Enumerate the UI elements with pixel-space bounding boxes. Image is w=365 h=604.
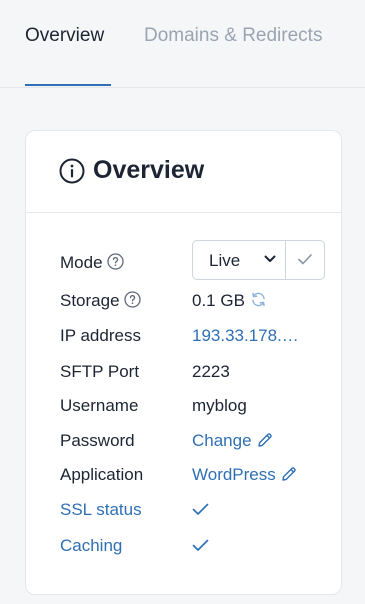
storage-row: Storage 0.1 GB (26, 287, 341, 317)
username-row: Username myblog (26, 392, 341, 422)
mode-select-value: Live (209, 251, 241, 270)
ssl-row: SSL status (26, 496, 341, 526)
mode-select[interactable]: Live (193, 241, 286, 279)
tab-overview[interactable]: Overview (25, 25, 104, 47)
tab-bar: Overview Domains & Redirects (0, 0, 365, 88)
ip-address-value: 193.33.178.… (192, 326, 299, 345)
check-icon (298, 254, 312, 265)
help-circle-icon[interactable] (106, 253, 124, 270)
application-row: Application WordPress (26, 461, 341, 491)
password-label: Password (60, 431, 135, 450)
password-row: Password Change (26, 427, 341, 457)
pencil-icon (282, 467, 296, 481)
sftp-row: SFTP Port 2223 (26, 358, 341, 388)
card-title: Overview (93, 156, 205, 184)
storage-label-wrap: Storage (60, 291, 141, 311)
refresh-icon[interactable] (250, 291, 267, 308)
ip-address-link[interactable]: 193.33.178.… (192, 326, 299, 346)
tab-domains-redirects[interactable]: Domains & Redirects (144, 25, 322, 47)
username-label: Username (60, 396, 139, 415)
pencil-icon (257, 433, 272, 447)
username-value: myblog (192, 396, 247, 415)
card-header: Overview (26, 131, 341, 213)
overview-card: Overview Mode Live Storage 0.1 GB IP add… (25, 130, 342, 595)
check-icon (192, 503, 209, 515)
sftp-label: SFTP Port (60, 362, 140, 381)
application-link[interactable]: WordPress (192, 465, 297, 485)
storage-value-wrap: 0.1 GB (192, 291, 267, 311)
application-value: WordPress (192, 465, 276, 484)
caching-row: Caching (26, 532, 341, 562)
mode-confirm-button[interactable] (286, 241, 324, 279)
change-password-link[interactable]: Change (192, 431, 273, 451)
ssl-status-link[interactable]: SSL status (60, 500, 142, 520)
ip-row: IP address 193.33.178.… (26, 322, 341, 352)
change-password-label: Change (192, 431, 252, 450)
mode-select-group: Live (192, 240, 325, 280)
check-icon (192, 539, 209, 551)
info-circle-icon (59, 158, 85, 184)
mode-row: Mode Live (26, 240, 341, 280)
help-circle-icon[interactable] (123, 291, 141, 308)
active-tab-indicator (25, 84, 111, 86)
application-label: Application (60, 465, 144, 484)
ip-label: IP address (60, 326, 141, 345)
caching-link[interactable]: Caching (60, 536, 122, 556)
mode-label: Mode (60, 253, 103, 272)
storage-value: 0.1 GB (192, 291, 245, 310)
mode-label-wrap: Mode (60, 253, 124, 273)
sftp-value: 2223 (192, 362, 230, 381)
chevron-down-icon (264, 255, 276, 262)
storage-label: Storage (60, 291, 120, 310)
